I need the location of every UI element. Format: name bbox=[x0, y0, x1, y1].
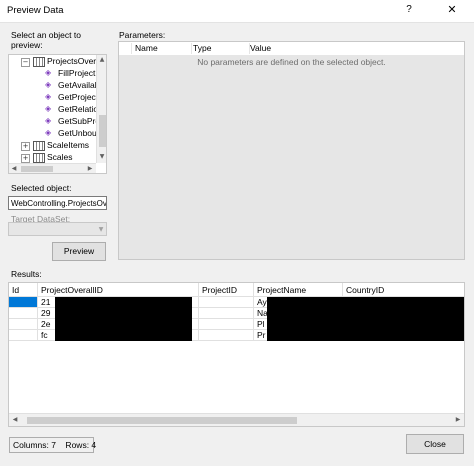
tree-item-label: ProjectsOvera bbox=[47, 56, 101, 66]
method-icon: ◈ bbox=[45, 116, 52, 125]
scroll-thumb[interactable] bbox=[99, 115, 106, 147]
table-cell[interactable] bbox=[199, 297, 254, 308]
method-icon: ◈ bbox=[45, 68, 52, 77]
column-header-countryid[interactable]: CountryID bbox=[343, 283, 464, 297]
scroll-up-icon[interactable]: ▲ bbox=[97, 56, 106, 63]
method-icon: ◈ bbox=[45, 104, 52, 113]
table-cell[interactable] bbox=[9, 308, 38, 319]
target-dataset-select[interactable]: ▼ bbox=[8, 222, 107, 236]
scroll-right-icon[interactable]: ▶ bbox=[454, 416, 462, 423]
scroll-thumb[interactable] bbox=[21, 166, 53, 172]
selected-object-label: Selected object: bbox=[11, 183, 72, 193]
column-header-projectname[interactable]: ProjectName bbox=[254, 283, 343, 297]
column-header-projectid[interactable]: ProjectID bbox=[199, 283, 254, 297]
table-cell[interactable] bbox=[9, 319, 38, 330]
column-header-type[interactable]: Type bbox=[193, 43, 250, 54]
table-cell[interactable] bbox=[199, 308, 254, 319]
close-icon[interactable]: ✕ bbox=[440, 2, 464, 18]
scroll-left-icon[interactable]: ◀ bbox=[10, 165, 18, 172]
redacted-block bbox=[267, 297, 464, 341]
results-horizontal-scrollbar[interactable]: ◀ ▶ bbox=[9, 413, 464, 426]
scroll-down-icon[interactable]: ▼ bbox=[97, 153, 106, 160]
scroll-right-icon[interactable]: ▶ bbox=[86, 165, 94, 172]
tree-item-label: Scales bbox=[47, 152, 73, 162]
status-summary: Columns: 7 Rows: 4 bbox=[9, 437, 96, 453]
table-cell[interactable] bbox=[199, 319, 254, 330]
tree-item-label: GetProject bbox=[58, 92, 99, 102]
tree-item-label: GetAvailal bbox=[58, 80, 97, 90]
close-button[interactable]: Close bbox=[406, 434, 464, 454]
row-header bbox=[119, 43, 132, 54]
table-icon bbox=[33, 141, 45, 151]
tree-item-label: FillProject bbox=[58, 68, 96, 78]
results-grid[interactable]: Id ProjectOverallID ProjectID ProjectNam… bbox=[8, 282, 465, 427]
column-header-value[interactable]: Value bbox=[250, 43, 464, 54]
table-icon bbox=[33, 153, 45, 163]
column-header-projectoverallid[interactable]: ProjectOverallID bbox=[38, 283, 199, 297]
scroll-thumb[interactable] bbox=[27, 417, 297, 424]
expand-icon[interactable]: + bbox=[21, 154, 30, 163]
results-label: Results: bbox=[11, 269, 42, 279]
help-icon[interactable]: ? bbox=[402, 2, 416, 18]
scroll-left-icon[interactable]: ◀ bbox=[11, 416, 19, 423]
preview-button[interactable]: Preview bbox=[52, 242, 106, 261]
chevron-down-icon: ▼ bbox=[98, 226, 104, 233]
tree-item-label: ScaleItems bbox=[47, 140, 90, 150]
column-header-id[interactable]: Id bbox=[9, 283, 38, 297]
parameters-grid[interactable]: Name Type Value No parameters are define… bbox=[118, 41, 465, 260]
tree-horizontal-scrollbar[interactable]: ◀ ▶ bbox=[9, 163, 96, 173]
select-object-label: Select an object to preview: bbox=[11, 30, 81, 50]
collapse-icon[interactable]: − bbox=[21, 58, 30, 67]
table-cell-selected[interactable] bbox=[9, 297, 38, 308]
table-cell[interactable] bbox=[9, 330, 38, 341]
tree-item-label: GetSubPro bbox=[58, 116, 101, 126]
method-icon: ◈ bbox=[45, 92, 52, 101]
empty-parameters-message: No parameters are defined on the selecte… bbox=[197, 57, 386, 67]
table-cell[interactable] bbox=[199, 330, 254, 341]
expand-icon[interactable]: + bbox=[21, 142, 30, 151]
redacted-block bbox=[55, 297, 192, 341]
selected-object-field[interactable]: WebControlling.ProjectsOv bbox=[8, 196, 107, 210]
tree-vertical-scrollbar[interactable]: ▲ ▼ bbox=[96, 55, 106, 163]
method-icon: ◈ bbox=[45, 128, 52, 137]
column-header-name[interactable]: Name bbox=[135, 43, 192, 54]
window-title: Preview Data bbox=[7, 5, 64, 16]
parameters-label: Parameters: bbox=[119, 30, 166, 40]
tree-item-label: GetRelatio bbox=[58, 104, 99, 114]
method-icon: ◈ bbox=[45, 80, 52, 89]
parameters-header: Name Type Value bbox=[119, 42, 464, 55]
object-tree[interactable]: − ProjectsOvera ◈ FillProject ◈ GetAvail… bbox=[8, 54, 107, 174]
table-icon bbox=[33, 57, 45, 67]
tree-item-label: GetUnbou bbox=[58, 128, 97, 138]
